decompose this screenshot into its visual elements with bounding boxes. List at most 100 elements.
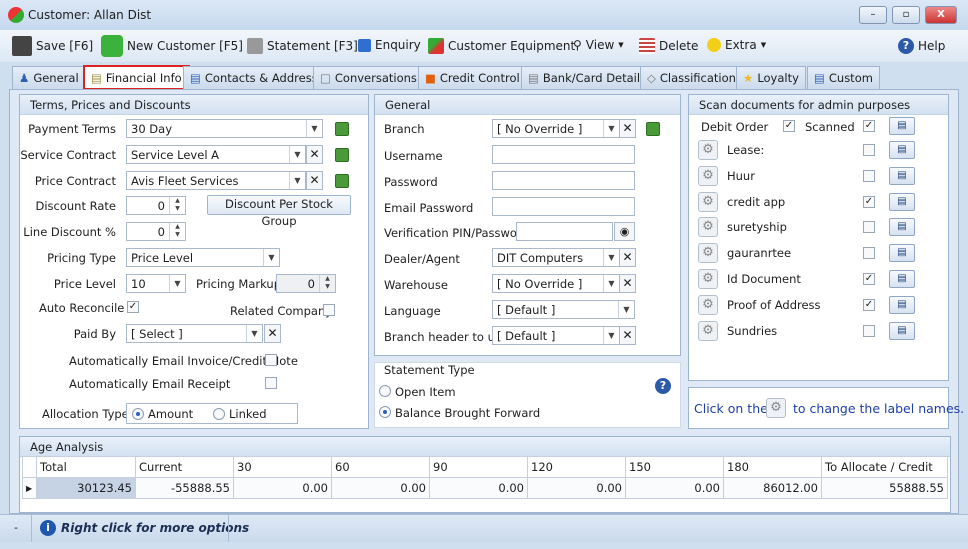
discount-rate-spinner[interactable]: 0 ▲ ▼ — [126, 196, 186, 215]
scan-debit-order-button[interactable]: ▤ — [889, 117, 915, 135]
clear-branch-header-button[interactable]: ✕ — [619, 326, 636, 345]
scan-button[interactable]: ▤ — [889, 270, 915, 288]
age-value-cell[interactable]: 0.00 — [625, 477, 724, 499]
tab-loyalty[interactable]: ★ Loyalty — [736, 66, 806, 89]
add-service-contract-icon[interactable] — [335, 148, 349, 162]
discount-per-stock-group-button[interactable]: Discount Per Stock Group — [207, 195, 351, 228]
clear-dealer-button[interactable]: ✕ — [619, 248, 636, 267]
close-button[interactable]: X — [925, 6, 957, 24]
gear-icon[interactable]: ⚙ — [698, 269, 718, 289]
minimize-button[interactable]: – — [859, 6, 887, 24]
help-button[interactable]: ? Help — [898, 38, 945, 54]
auto-email-invoice-checkbox[interactable] — [265, 354, 277, 366]
column-header[interactable]: Total — [36, 456, 136, 478]
tab-general[interactable]: ♟ General — [12, 66, 86, 89]
debit-order-checkbox[interactable]: ✓ — [783, 120, 795, 132]
gear-icon[interactable]: ⚙ — [698, 320, 718, 341]
column-header[interactable]: 90 — [429, 456, 528, 478]
allocation-amount-radio[interactable] — [132, 408, 144, 420]
pin-input[interactable] — [516, 222, 613, 241]
scan-button[interactable]: ▤ — [889, 218, 915, 237]
price-level-select[interactable]: 10 ▼ — [126, 274, 186, 293]
scanned-checkbox[interactable] — [863, 221, 875, 234]
debit-order-scanned-checkbox[interactable]: ✓ — [863, 120, 875, 132]
add-payment-terms-icon[interactable] — [335, 122, 349, 136]
new-customer-button[interactable]: New Customer [F5] — [101, 35, 243, 57]
scanned-checkbox[interactable] — [863, 324, 875, 337]
scanned-checkbox[interactable] — [863, 144, 875, 156]
gear-icon[interactable]: ⚙ — [698, 191, 718, 212]
tab-custom[interactable]: ▤ Custom — [807, 66, 880, 89]
age-value-cell[interactable]: 86012.00 — [723, 477, 822, 499]
column-header[interactable]: 180 — [723, 456, 822, 478]
tab-classification[interactable]: ◇ Classification — [640, 66, 743, 89]
scanned-checkbox[interactable] — [863, 169, 875, 182]
scanned-checkbox[interactable] — [863, 247, 875, 260]
add-branch-icon[interactable] — [646, 122, 660, 136]
service-contract-select[interactable]: Service Level A ▼ — [126, 145, 306, 164]
age-value-cell[interactable]: 0.00 — [331, 477, 430, 499]
branch-select[interactable]: [ No Override ] ▼ — [492, 119, 620, 138]
view-dropdown[interactable]: ⚲ View ▼ — [573, 38, 624, 52]
show-password-eye-icon[interactable]: ◉ — [614, 222, 635, 241]
tab-conversations[interactable]: □ Conversations — [313, 66, 424, 89]
column-header[interactable]: To Allocate / Credit — [821, 456, 948, 478]
customer-equipment-button[interactable]: Customer Equipment — [428, 38, 575, 54]
scan-button[interactable]: ▤ — [889, 141, 915, 159]
related-company-checkbox[interactable] — [323, 304, 335, 316]
clear-price-contract-button[interactable]: ✕ — [306, 171, 323, 190]
column-header[interactable]: Current — [135, 456, 234, 478]
username-input[interactable] — [492, 145, 635, 164]
branch-header-select[interactable]: [ Default ] ▼ — [492, 326, 620, 345]
gear-icon[interactable]: ⚙ — [698, 243, 718, 264]
help-icon[interactable]: ? — [655, 378, 671, 394]
password-input[interactable] — [492, 171, 635, 190]
pricing-type-select[interactable]: Price Level ▼ — [126, 248, 280, 267]
warehouse-select[interactable]: [ No Override ] ▼ — [492, 274, 620, 293]
scan-button[interactable]: ▤ — [889, 244, 915, 263]
balance-forward-radio[interactable] — [379, 406, 391, 418]
scan-button[interactable]: ▤ — [889, 192, 915, 211]
gear-icon[interactable]: ⚙ — [698, 140, 718, 160]
clear-branch-button[interactable]: ✕ — [619, 119, 636, 138]
age-value-cell[interactable]: -55888.55 — [135, 477, 234, 499]
tab-credit-control[interactable]: ■ Credit Control — [418, 66, 527, 89]
table-row[interactable]: ▶ 30123.45 -55888.55 0.00 0.00 0.00 0.00 0.00 86… — [22, 477, 948, 499]
clear-service-contract-button[interactable]: ✕ — [306, 145, 323, 164]
save-button[interactable]: Save [F6] — [12, 36, 93, 56]
pricing-markup-spinner[interactable]: 0 ▲ ▼ — [276, 274, 336, 293]
clear-paid-by-button[interactable]: ✕ — [264, 324, 281, 343]
gear-icon[interactable]: ⚙ — [698, 165, 718, 186]
price-contract-select[interactable]: Avis Fleet Services ▼ — [126, 171, 306, 190]
scan-button[interactable]: ▤ — [889, 321, 915, 340]
age-value-cell[interactable]: 30123.45 — [36, 477, 136, 499]
enquiry-button[interactable]: Enquiry — [358, 38, 421, 52]
gear-icon[interactable]: ⚙ — [698, 217, 718, 238]
clear-warehouse-button[interactable]: ✕ — [619, 274, 636, 293]
column-header[interactable]: 30 — [233, 456, 332, 478]
language-select[interactable]: [ Default ] ▼ — [492, 300, 635, 319]
auto-reconcile-checkbox[interactable]: ✓ — [127, 301, 139, 313]
statement-button[interactable]: Statement [F3] — [247, 38, 358, 54]
column-header[interactable]: 120 — [527, 456, 626, 478]
scanned-checkbox[interactable]: ✓ — [863, 298, 875, 311]
tab-bank-card-details[interactable]: ▤ Bank/Card Details — [521, 66, 654, 89]
open-item-radio[interactable] — [379, 385, 391, 397]
tab-contacts-address[interactable]: ▤ Contacts & Address — [183, 66, 325, 89]
scanned-checkbox[interactable]: ✓ — [863, 273, 875, 285]
paid-by-select[interactable]: [ Select ] ▼ — [126, 324, 263, 343]
age-value-cell[interactable]: 55888.55 — [821, 477, 948, 499]
line-discount-spinner[interactable]: 0 ▲ ▼ — [126, 222, 186, 241]
scanned-checkbox[interactable]: ✓ — [863, 195, 875, 208]
age-value-cell[interactable]: 0.00 — [233, 477, 332, 499]
extra-dropdown[interactable]: Extra ▼ — [707, 38, 766, 52]
age-value-cell[interactable]: 0.00 — [527, 477, 626, 499]
delete-button[interactable]: Delete — [639, 38, 698, 54]
scan-button[interactable]: ▤ — [889, 295, 915, 314]
column-header[interactable]: 60 — [331, 456, 430, 478]
gear-icon[interactable]: ⚙ — [698, 294, 718, 315]
payment-terms-select[interactable]: 30 Day ▼ — [126, 119, 323, 138]
email-password-input[interactable] — [492, 197, 635, 216]
tab-financial-info[interactable]: ▤ Financial Info — [83, 65, 190, 90]
dealer-select[interactable]: DIT Computers ▼ — [492, 248, 620, 267]
